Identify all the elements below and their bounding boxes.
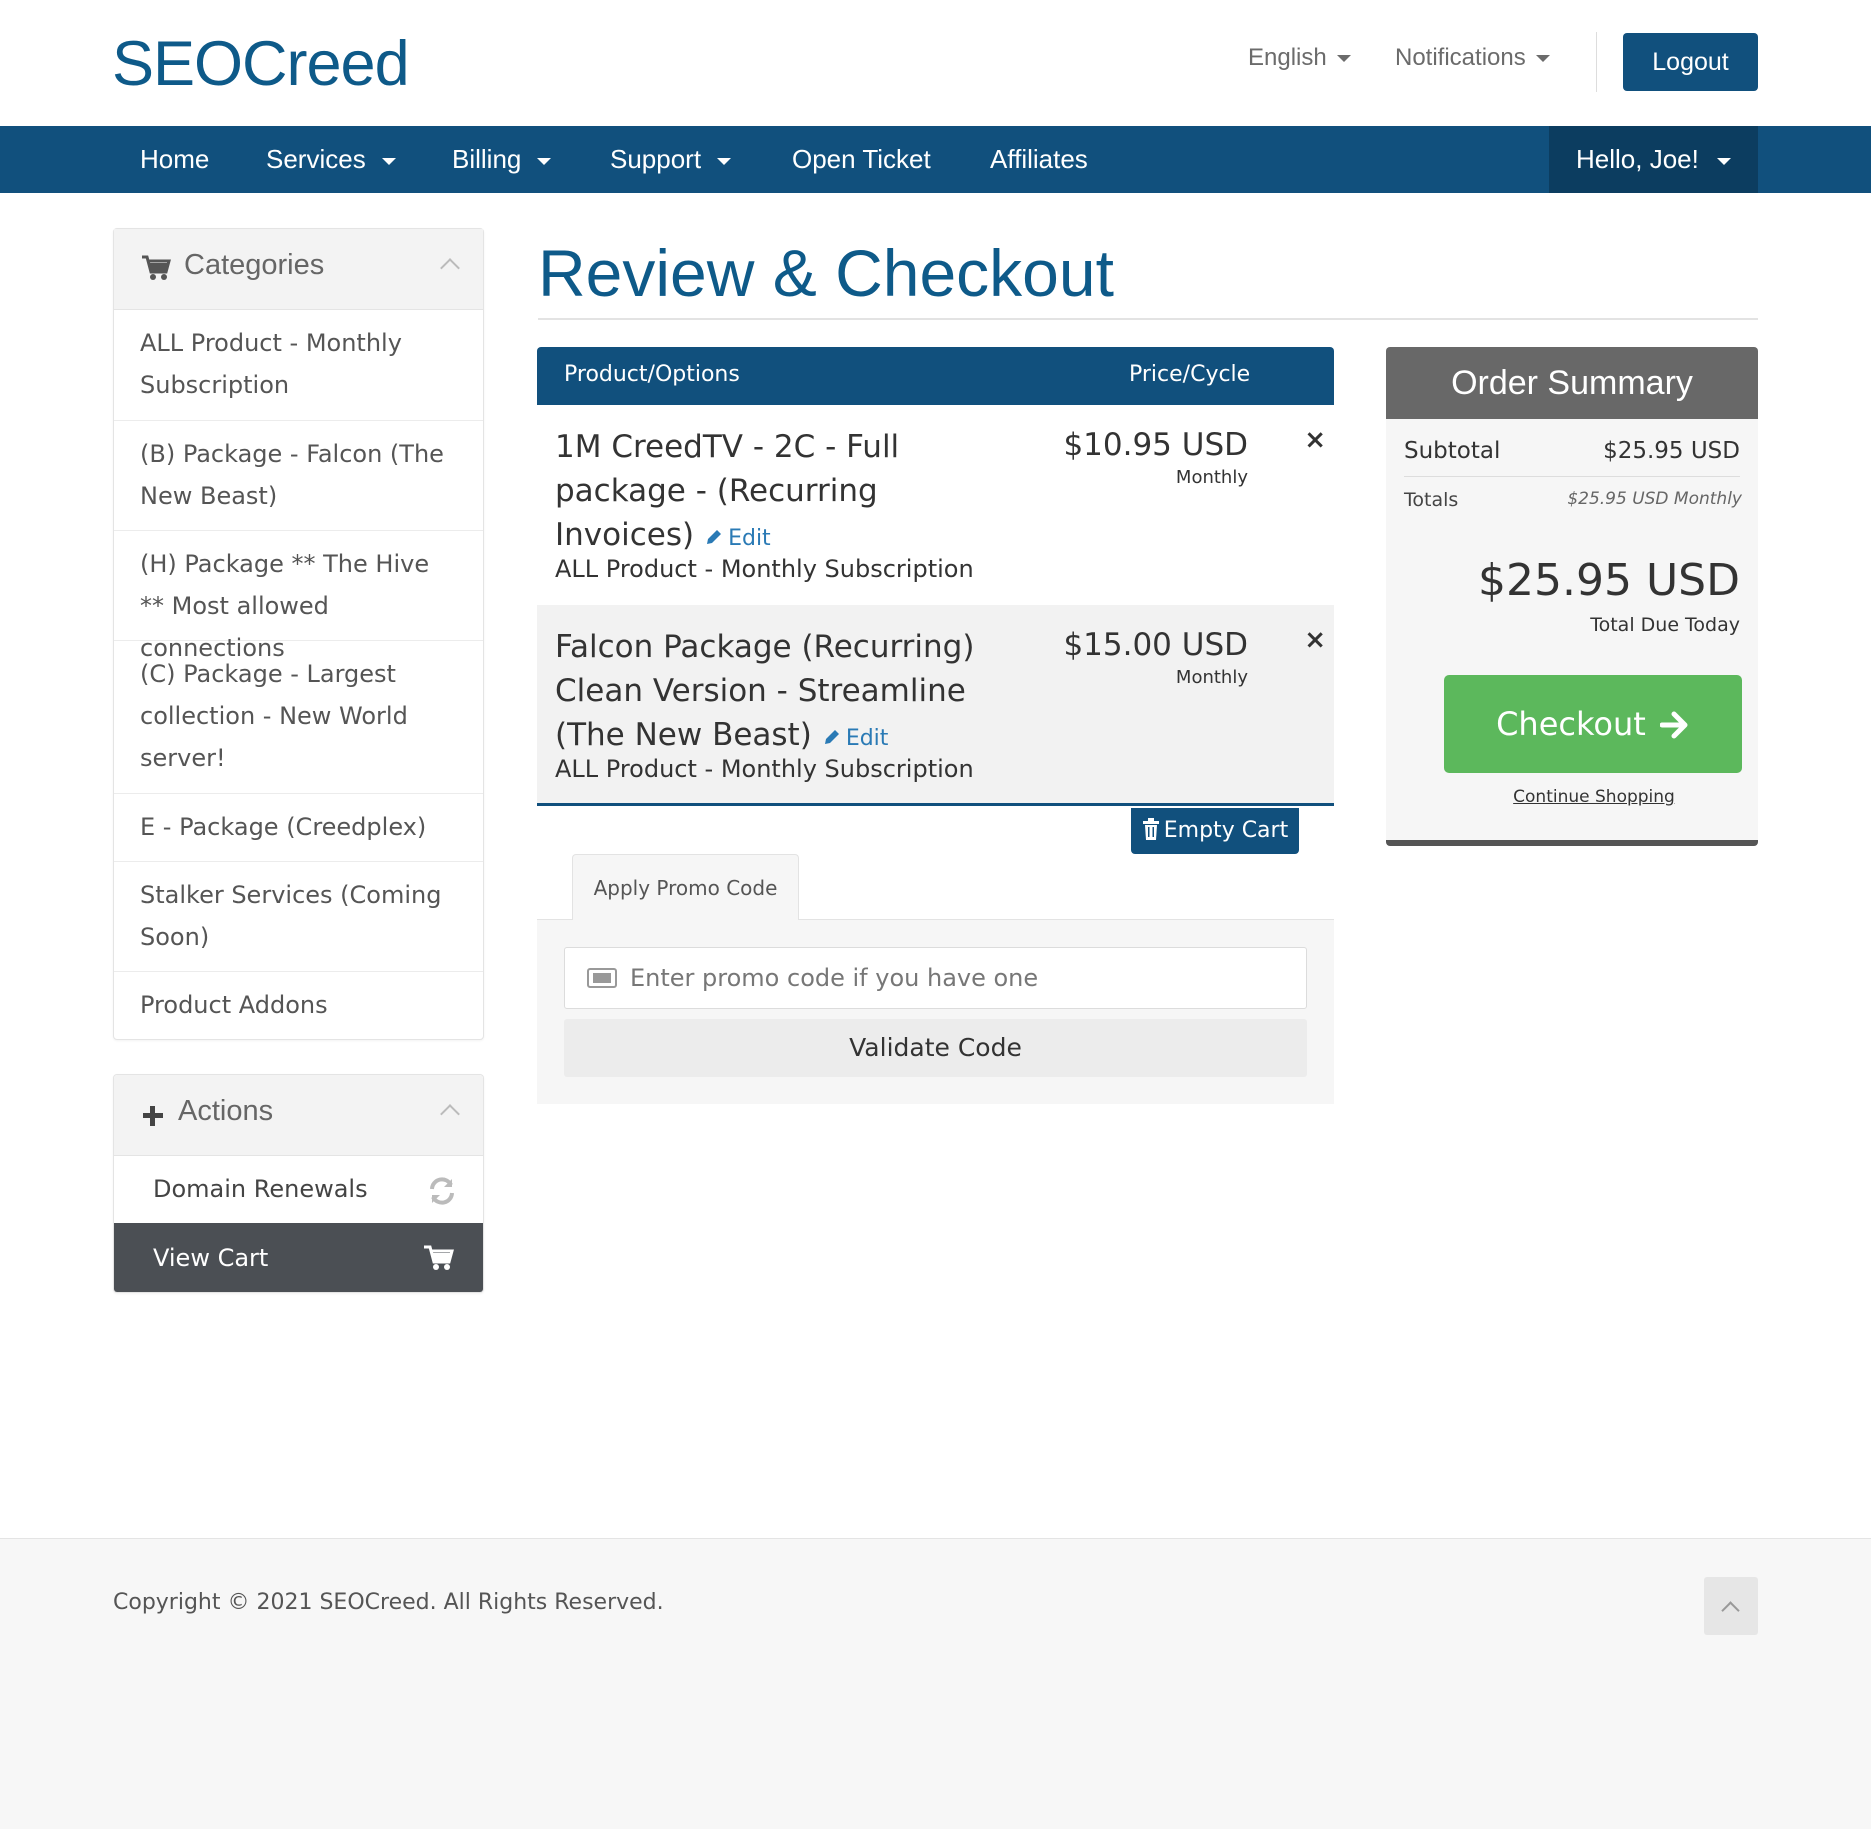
totals-label: Totals — [1404, 489, 1459, 511]
plus-icon — [143, 1106, 163, 1126]
refresh-icon — [430, 1177, 454, 1205]
subtotal-label: Subtotal — [1404, 438, 1501, 464]
nav-open-ticket[interactable]: Open Ticket — [792, 126, 931, 193]
chevron-up-icon[interactable] — [440, 258, 460, 278]
col-price-header: Price/Cycle — [1129, 362, 1251, 387]
totals-row: Totals $25.95 USD Monthly — [1404, 487, 1742, 517]
domain-renewals-label: Domain Renewals — [153, 1175, 368, 1203]
order-summary-title: Order Summary — [1386, 347, 1758, 419]
validate-code-button[interactable]: Validate Code — [564, 1019, 1307, 1077]
logout-button[interactable]: Logout — [1623, 33, 1758, 91]
remove-item-button[interactable]: × — [1304, 625, 1326, 655]
edit-link[interactable]: Edit — [822, 726, 889, 751]
chevron-down-icon — [1535, 55, 1550, 63]
category-item[interactable]: E - Package (Creedplex) — [114, 794, 483, 862]
user-menu[interactable]: Hello, Joe! — [1549, 126, 1758, 193]
item-price: $15.00 USD — [1063, 627, 1248, 663]
item-cycle: Monthly — [1175, 467, 1248, 488]
copyright-text: Copyright © 2021 SEOCreed. All Rights Re… — [113, 1590, 664, 1615]
view-cart-label: View Cart — [153, 1244, 269, 1272]
notifications-dropdown[interactable]: Notifications — [1395, 44, 1550, 72]
actions-panel: Actions Domain Renewals View Cart — [113, 1074, 484, 1293]
notifications-label: Notifications — [1395, 44, 1526, 71]
nav-services-label: Services — [266, 144, 366, 174]
nav-support[interactable]: Support — [610, 126, 732, 193]
back-to-top-button[interactable] — [1704, 1577, 1758, 1635]
categories-title: Categories — [184, 249, 325, 281]
empty-cart-label: Empty Cart — [1163, 818, 1289, 843]
site-footer: Copyright © 2021 SEOCreed. All Rights Re… — [0, 1538, 1871, 1829]
chevron-up-icon[interactable] — [440, 1104, 460, 1124]
chevron-down-icon — [381, 157, 396, 165]
cart-icon — [424, 1245, 454, 1270]
promo-code-input[interactable]: Enter promo code if you have one — [564, 947, 1307, 1009]
actions-header[interactable]: Actions — [114, 1075, 483, 1156]
edit-label: Edit — [728, 526, 771, 551]
empty-cart-button[interactable]: Empty Cart — [1131, 808, 1299, 854]
view-cart-item[interactable]: View Cart — [114, 1223, 483, 1292]
nav-home[interactable]: Home — [140, 126, 209, 193]
category-item[interactable]: ALL Product - Monthly Subscription — [114, 310, 483, 421]
item-group: ALL Product - Monthly Subscription — [555, 555, 974, 583]
item-price: $10.95 USD — [1063, 427, 1248, 463]
item-name-block: 1M CreedTV - 2C - Full package - (Recurr… — [555, 425, 1025, 561]
item-name: Falcon Package (Recurring) Clean Version… — [555, 629, 975, 753]
tab-apply-promo[interactable]: Apply Promo Code — [572, 854, 799, 920]
total-due-amount: $25.95 USD — [1478, 555, 1740, 606]
total-due-label: Total Due Today — [1590, 614, 1740, 636]
chevron-down-icon — [717, 157, 732, 165]
site-logo[interactable]: SEOCreed — [112, 28, 410, 100]
chevron-down-icon — [1716, 157, 1731, 165]
nav-billing-label: Billing — [452, 144, 522, 174]
nav-affiliates[interactable]: Affiliates — [990, 126, 1088, 193]
cart-icon — [142, 255, 171, 280]
arrow-right-icon — [1659, 711, 1688, 739]
edit-label: Edit — [845, 726, 889, 751]
trash-icon — [1142, 818, 1159, 840]
category-item[interactable]: (H) Package ** The Hive ** Most allowed … — [114, 531, 483, 662]
continue-shopping-link[interactable]: Continue Shopping — [1386, 787, 1758, 807]
chevron-up-icon — [1721, 1601, 1740, 1620]
chevron-down-icon — [537, 157, 552, 165]
totals-value: $25.95 USD Monthly — [1567, 489, 1742, 509]
category-item[interactable]: Stalker Services (Coming Soon) — [114, 862, 483, 972]
col-product-header: Product/Options — [564, 362, 740, 387]
nav-support-label: Support — [610, 144, 702, 174]
pencil-icon — [707, 530, 722, 544]
subtotal-row: Subtotal $25.95 USD — [1404, 435, 1740, 477]
title-divider — [538, 318, 1758, 320]
checkout-label: Checkout — [1496, 705, 1646, 743]
actions-title: Actions — [178, 1095, 274, 1127]
item-cycle: Monthly — [1175, 667, 1248, 688]
order-summary: Order Summary Subtotal $25.95 USD Totals… — [1386, 347, 1758, 846]
language-dropdown[interactable]: English — [1248, 44, 1351, 72]
user-greeting: Hello, Joe! — [1576, 144, 1699, 174]
header-divider — [1596, 32, 1597, 92]
language-label: English — [1248, 44, 1327, 71]
site-header: SEOCreed English Notifications Logout — [0, 0, 1871, 126]
item-name-block: Falcon Package (Recurring) Clean Version… — [555, 625, 1025, 761]
domain-renewals-item[interactable]: Domain Renewals — [114, 1156, 483, 1223]
chevron-down-icon — [1336, 55, 1351, 63]
pencil-icon — [824, 730, 839, 744]
remove-item-button[interactable]: × — [1304, 425, 1326, 455]
category-item[interactable]: (B) Package - Falcon (The New Beast) — [114, 421, 483, 531]
item-group: ALL Product - Monthly Subscription — [555, 755, 974, 783]
cart-item: Falcon Package (Recurring) Clean Version… — [537, 605, 1334, 806]
promo-placeholder: Enter promo code if you have one — [630, 964, 1039, 992]
cart-table-header: Product/Options Price/Cycle — [537, 347, 1334, 405]
category-item[interactable]: Product Addons — [114, 972, 483, 1040]
cart-item: 1M CreedTV - 2C - Full package - (Recurr… — [537, 405, 1334, 605]
subtotal-value: $25.95 USD — [1603, 438, 1740, 464]
category-item[interactable]: (C) Package - Largest collection - New W… — [114, 641, 483, 794]
categories-panel: Categories ALL Product - Monthly Subscri… — [113, 228, 484, 1040]
nav-billing[interactable]: Billing — [452, 126, 552, 193]
page-title: Review & Checkout — [538, 236, 1114, 310]
main-nav: Home Services Billing Support Open Ticke… — [0, 126, 1871, 193]
nav-services[interactable]: Services — [266, 126, 396, 193]
edit-link[interactable]: Edit — [704, 526, 771, 551]
ticket-icon — [587, 968, 617, 988]
checkout-button[interactable]: Checkout — [1444, 675, 1742, 773]
categories-header[interactable]: Categories — [114, 229, 483, 310]
